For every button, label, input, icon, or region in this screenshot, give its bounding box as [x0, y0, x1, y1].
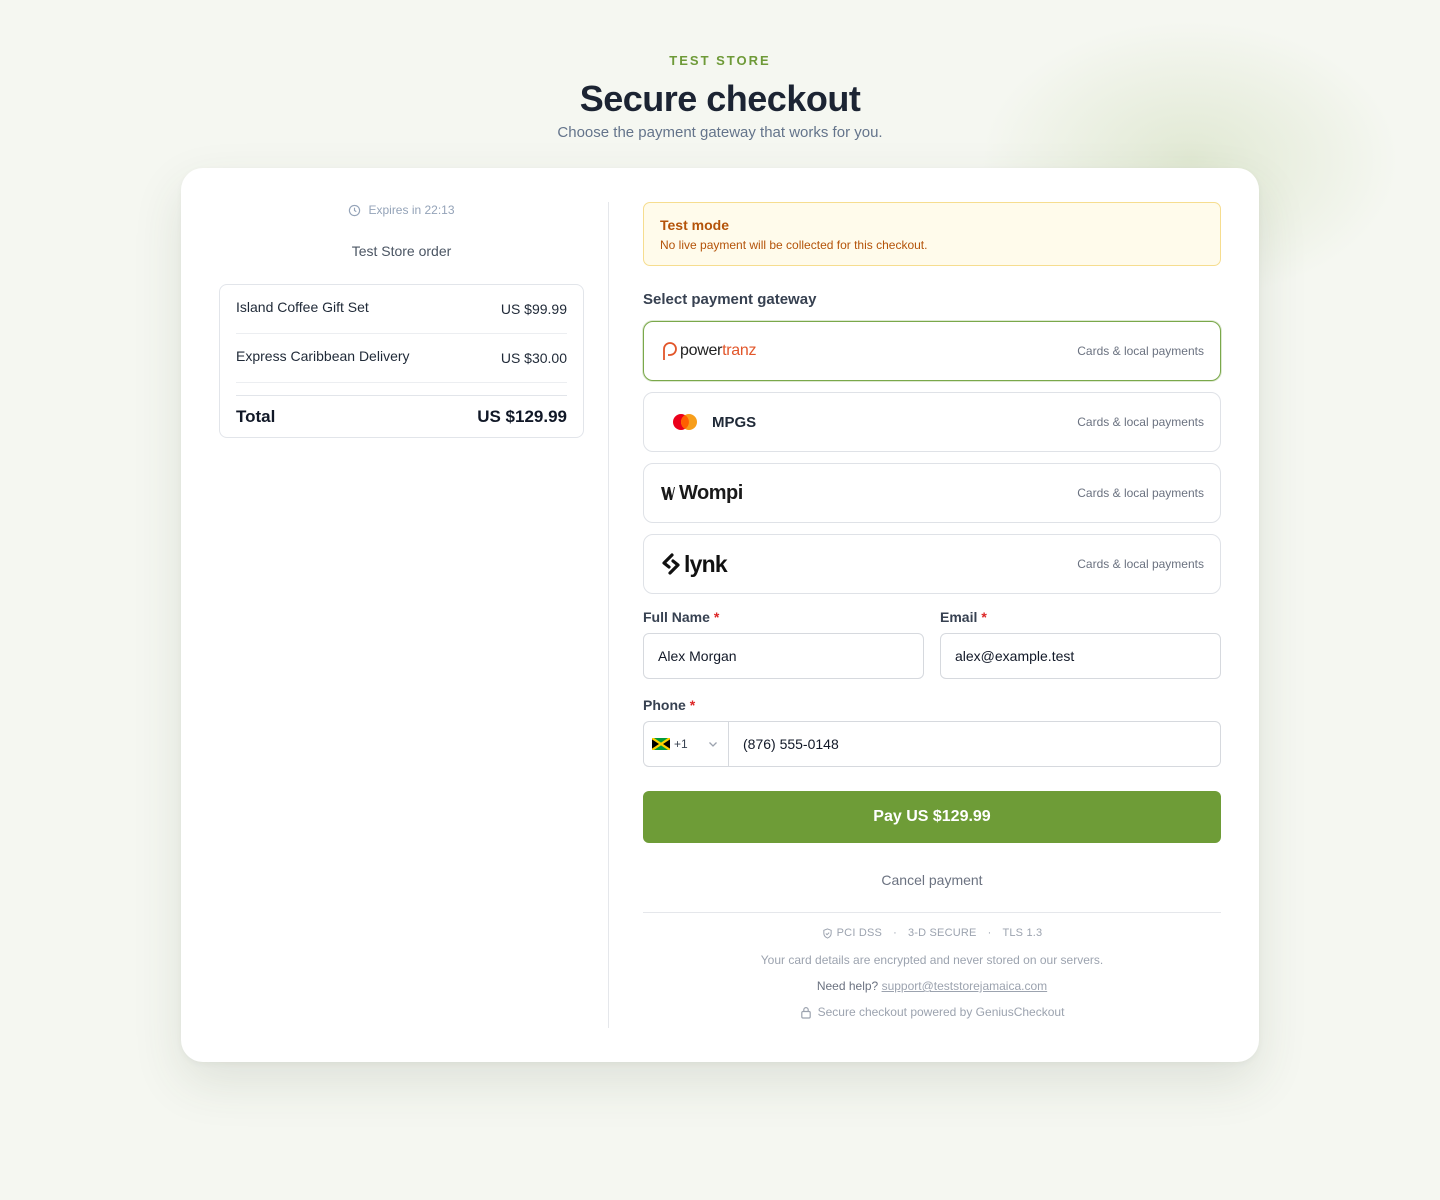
- test-mode-banner: Test mode No live payment will be collec…: [643, 202, 1221, 266]
- footer-divider: [643, 912, 1221, 913]
- badge-pci-text: PCI DSS: [836, 927, 883, 939]
- phone-label-text: Phone: [643, 697, 686, 713]
- help-line: Need help? support@teststorejamaica.com: [643, 979, 1221, 993]
- wompi-logo-icon: [661, 487, 675, 500]
- required-mark: *: [713, 609, 720, 625]
- gateway-option-lynk[interactable]: lynk Cards & local payments: [643, 534, 1221, 594]
- total-label: Total: [236, 406, 276, 426]
- email-label-text: Email: [940, 609, 978, 625]
- encryption-note: Your card details are encrypted and neve…: [760, 953, 1104, 967]
- badge-tls: TLS 1.3: [1002, 927, 1043, 939]
- phone-input-group: +1 (876) 555-0148: [643, 721, 1221, 767]
- order-items-box: Island Coffee Gift Set US $99.99 Express…: [219, 284, 584, 438]
- order-total: Total US $129.99: [236, 395, 567, 437]
- expiry-text: Expires in 22:13: [368, 203, 455, 217]
- required-mark: *: [981, 609, 987, 625]
- powertranz-wordmark-a: power: [680, 342, 723, 359]
- column-divider: [608, 202, 609, 1028]
- clock-icon: [349, 204, 361, 216]
- store-name: TEST STORE: [669, 53, 771, 68]
- lynk-name: lynk: [684, 550, 728, 577]
- test-mode-message: No live payment will be collected for th…: [660, 238, 928, 252]
- order-summary: Expires in 22:13 Test Store order Island…: [219, 202, 584, 438]
- powered-by: Secure checkout powered by GeniusCheckou…: [643, 1005, 1221, 1019]
- wompi-logo: Wompi: [660, 482, 743, 505]
- jamaica-flag-icon: [652, 738, 670, 750]
- name-email-row: Full Name * Alex Morgan Email * alex@examp…: [643, 609, 1221, 679]
- phone-row: Phone * +1 (876) 555-0148: [643, 697, 1221, 767]
- page-subtitle: Choose the payment gateway that works fo…: [557, 124, 883, 141]
- full-name-field: Full Name * Alex Morgan: [643, 609, 924, 679]
- gateway-section-label: Select payment gateway: [643, 291, 817, 308]
- powered-by-text: Secure checkout powered by GeniusCheckou…: [817, 1005, 1065, 1019]
- order-title: Test Store order: [351, 243, 452, 259]
- badge-separator: ·: [893, 927, 897, 939]
- gateway-option-mpgs[interactable]: MPGS Cards & local payments: [643, 392, 1221, 452]
- help-prefix: Need help?: [816, 979, 879, 993]
- email-label: Email *: [940, 609, 1221, 626]
- order-item-price: US $99.99: [500, 301, 567, 317]
- badge-separator: ·: [987, 927, 992, 939]
- chevron-down-icon: [709, 742, 717, 747]
- email-input[interactable]: alex@example.test: [940, 633, 1221, 679]
- full-name-label: Full Name *: [643, 609, 924, 626]
- lynk-logo-icon: [662, 553, 680, 575]
- page-title: Secure checkout: [579, 78, 861, 119]
- email-field: Email * alex@example.test: [940, 609, 1221, 679]
- order-item: Express Caribbean Delivery US $30.00: [236, 334, 567, 383]
- wompi-name: Wompi: [679, 481, 743, 504]
- gateway-description: Cards & local payments: [1077, 344, 1204, 358]
- full-name-input[interactable]: Alex Morgan: [643, 633, 924, 679]
- total-value: US $129.99: [477, 406, 567, 426]
- gateway-description: Cards & local payments: [1077, 486, 1204, 500]
- phone-label: Phone *: [643, 697, 1221, 714]
- gateway-description: Cards & local payments: [1077, 557, 1204, 571]
- badge-3ds: 3-D SECURE: [907, 927, 977, 939]
- powertranz-wordmark-b: tranz: [722, 342, 757, 359]
- phone-input[interactable]: (876) 555-0148: [728, 721, 1221, 767]
- required-mark: *: [689, 697, 696, 713]
- mpgs-logo: MPGS: [660, 413, 756, 431]
- order-item: Island Coffee Gift Set US $99.99: [236, 285, 567, 334]
- shield-icon: [822, 927, 832, 939]
- gateway-option-powertranz[interactable]: power tranz Cards & local payments: [643, 321, 1221, 381]
- country-code-select[interactable]: +1: [643, 721, 728, 767]
- test-mode-title: Test mode: [660, 217, 729, 233]
- lynk-logo: lynk: [660, 550, 728, 578]
- gateway-description: Cards & local payments: [1077, 415, 1204, 429]
- phone-field: Phone * +1 (876) 555-0148: [643, 697, 1221, 767]
- mpgs-name: MPGS: [712, 413, 757, 431]
- gateway-option-wompi[interactable]: Wompi Cards & local payments: [643, 463, 1221, 523]
- country-code: +1: [674, 737, 688, 751]
- checkout-card: Expires in 22:13 Test Store order Island…: [181, 168, 1259, 1062]
- gateway-list: power tranz Cards & local payments MPGS C…: [643, 321, 1221, 594]
- full-name-label-text: Full Name: [643, 609, 710, 625]
- order-item-name: Island Coffee Gift Set: [236, 299, 369, 315]
- powertranz-logo-icon: [663, 342, 677, 360]
- security-badges: PCI DSS · 3-D SECURE · TLS 1.3: [643, 927, 1221, 939]
- mastercard-icon: [673, 414, 697, 430]
- badge-pci: PCI DSS: [822, 927, 882, 939]
- lock-icon: [800, 1006, 811, 1019]
- pay-button[interactable]: Pay US $129.99: [643, 791, 1221, 843]
- payment-panel: Test mode No live payment will be collec…: [643, 202, 1221, 1019]
- order-item-price: US $30.00: [500, 350, 567, 366]
- cancel-payment-link[interactable]: Cancel payment: [643, 872, 1221, 888]
- order-item-name: Express Caribbean Delivery: [236, 348, 410, 364]
- powertranz-logo: power tranz: [660, 340, 756, 362]
- support-email-link[interactable]: support@teststorejamaica.com: [882, 979, 1048, 993]
- expiry-timer: Expires in 22:13: [219, 202, 584, 218]
